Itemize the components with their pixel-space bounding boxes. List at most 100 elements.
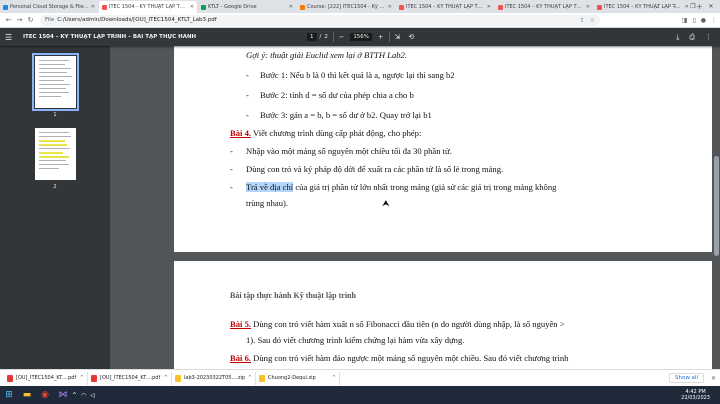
tab-title: ITEC 1504 – KỸ THUẬT LẬP TRÌN... [406,4,485,10]
selected-text: Trả về địa chỉ [246,182,294,192]
browser-tab[interactable]: Personal Cloud Storage & File S... ✕ [0,1,98,13]
taskbar: ⊞ ▬ ◉ ⋈ ^ ◠ ◁ 4:42 PM 22/03/2023 [0,386,720,404]
bullet-2: Dùng con trỏ và ký pháp độ dời để xuất r… [246,164,504,174]
address-bar[interactable]: File C:/Users/admin/Downloads/[OU]_ITEC1… [40,14,600,26]
bookmark-star-icon[interactable]: ☆ [590,17,595,24]
share-icon[interactable]: ⇪ [580,17,585,24]
toolbar-actions: ◨ ▯ ● ⋮ [682,17,717,24]
step-3: Bước 3: gán a = b, b = số dư ở b2. Quay … [260,110,432,120]
close-icon[interactable]: ✕ [586,4,590,10]
scrollbar[interactable] [712,46,720,369]
page-number-input[interactable]: 1 [307,33,317,41]
sidebar-icon[interactable]: ▯ [692,17,695,24]
close-icon[interactable]: ✕ [487,4,491,10]
pdf-actions: ⤓ ⎙ ⋮ [676,33,712,42]
step-2: Bước 2: tính d = số dư của phép chia a c… [260,90,414,100]
bullet-1: Nhập vào một mảng số nguyên một chiều tố… [246,146,452,156]
network-icon[interactable]: ◠ [81,392,86,399]
mouse-cursor-icon: ⮝ [382,199,390,209]
chrome-icon[interactable]: ◉ [36,386,54,404]
hint-line: Gợi ý: thuật giải Euclid xem lại ở BTTH … [246,50,407,60]
page-thumbnail-1[interactable] [32,53,79,111]
download-icon[interactable]: ⤓ [676,33,679,42]
browser-toolbar: ← → ↻ File C:/Users/admin/Downloads/[OU]… [0,13,720,28]
pdf-page-1: Gợi ý: thuật giải Euclid xem lại ở BTTH … [174,46,712,252]
profile-avatar[interactable]: ● [701,17,706,24]
divider [388,32,390,42]
step-line: - [246,90,249,100]
chevron-down-icon[interactable]: ⌄ [648,0,666,13]
exercise-5-continuation: 1). Sau đó viết chương trình kiểm chứng … [246,335,465,345]
url-text[interactable]: C:/Users/admin/Downloads/[OU]_ITEC1504_K… [57,17,216,23]
browser-tab[interactable]: ITEC 1504 – KỸ THUẬT LẬP TRÌN... ✕ [495,1,593,13]
chevron-up-icon[interactable]: ^ [332,375,336,381]
tab-title: Personal Cloud Storage & File S... [10,4,89,10]
thumbnail-number: 1 [53,112,57,118]
omnibox-actions: ⇪ ☆ [580,17,595,24]
zoom-out-icon[interactable]: − [339,33,344,41]
tab-favicon [399,4,404,10]
file-explorer-icon[interactable]: ▬ [18,386,36,404]
exercise-4: Bài 4. Viết chương trình dùng cấp phát đ… [230,128,421,138]
visual-studio-icon[interactable]: ⋈ [54,386,72,404]
windows-start-icon[interactable]: ⊞ [0,386,18,404]
close-icon[interactable]: ✕ [711,375,716,382]
more-options-icon[interactable]: ⋮ [705,33,712,42]
hamburger-menu-icon[interactable]: ☰ [5,33,19,42]
tab-favicon [300,4,305,10]
close-window-icon[interactable]: ✕ [702,0,720,13]
tab-favicon [3,4,8,10]
download-filename: Chuong2-Dequi.zip [268,375,316,381]
tab-favicon [498,4,503,10]
show-all-button[interactable]: Show all [668,373,704,383]
pdf-file-icon [7,374,13,382]
zoom-level-input[interactable]: 156% [350,33,373,41]
menu-dots-icon[interactable]: ⋮ [711,17,717,24]
pdf-viewport[interactable]: Gợi ý: thuật giải Euclid xem lại ở BTTH … [110,46,720,369]
bullet-dash: - [230,182,233,192]
close-icon[interactable]: ✕ [289,4,293,10]
minimize-icon[interactable]: – [666,0,684,13]
browser-tab-active[interactable]: ITEC 1504 - KỸ THUẬT LẬP TRÌN... ✕ [99,1,197,13]
clock[interactable]: 4:42 PM 22/03/2023 [681,389,710,401]
browser-tab[interactable]: Course: [222] ITEC1504 - Kỹ thuậ...✕ [297,1,395,13]
zoom-in-icon[interactable]: + [378,33,383,41]
close-icon[interactable]: ✕ [190,4,194,10]
download-item[interactable]: [OU]_ITEC1504_KT....pdf ^ [4,371,88,385]
download-item[interactable]: lab3-20230322T05....zip ^ [172,371,256,385]
system-tray: ^ ◠ ◁ [72,392,95,399]
fit-page-icon[interactable]: ⇲ [395,33,401,41]
chevron-up-icon[interactable]: ^ [72,392,77,399]
chevron-up-icon[interactable]: ^ [164,375,168,381]
chevron-up-icon[interactable]: ^ [80,375,84,381]
back-icon[interactable]: ← [3,16,14,24]
rotate-icon[interactable]: ⟲ [408,33,414,41]
scrollbar-thumb[interactable] [714,156,719,256]
browser-tab[interactable]: KTLT - Google Drive ✕ [198,1,296,13]
volume-icon[interactable]: ◁ [90,392,95,399]
reload-icon[interactable]: ↻ [25,16,36,24]
downloads-bar: [OU]_ITEC1504_KT....pdf ^ [OU]_ITEC1504_K… [0,369,720,386]
pdf-title: ITEC 1504 – KỸ THUẬT LẬP TRÌNH – BÀI TẬP… [23,34,197,40]
close-icon[interactable]: ✕ [388,4,392,10]
bullet-3-text: của giá trị phần tử lớn nhất trong mảng … [293,182,557,192]
bullet-3: Trả về địa chỉ của giá trị phần tử lớn n… [246,182,556,192]
forward-icon[interactable]: → [14,16,25,24]
close-icon[interactable]: ✕ [91,4,95,10]
download-item[interactable]: Chuong2-Dequi.zip ^ [256,371,340,385]
print-icon[interactable]: ⎙ [689,33,695,42]
page-thumbnail-2[interactable] [35,128,76,180]
tab-title: ITEC 1504 - KỸ THUẬT LẬP TRÌN... [109,4,188,10]
chevron-up-icon[interactable]: ^ [248,375,252,381]
tab-favicon [597,4,602,10]
browser-tab[interactable]: ITEC 1504 – KỸ THUẬT LẬP TRÌN... ✕ [396,1,494,13]
tab-favicon [102,4,107,10]
restore-icon[interactable]: ❐ [684,0,702,13]
download-filename: lab3-20230322T05....zip [184,375,246,381]
bullet-dash: - [230,146,233,156]
extensions-icon[interactable]: ◨ [682,17,688,24]
exercise-4-label: Bài 4. [230,128,252,138]
download-filename: [OU]_ITEC1504_KT....pdf [100,375,161,381]
download-item[interactable]: [OU]_ITEC1504_KT....pdf ^ [88,371,172,385]
page-separator: / [319,34,322,40]
